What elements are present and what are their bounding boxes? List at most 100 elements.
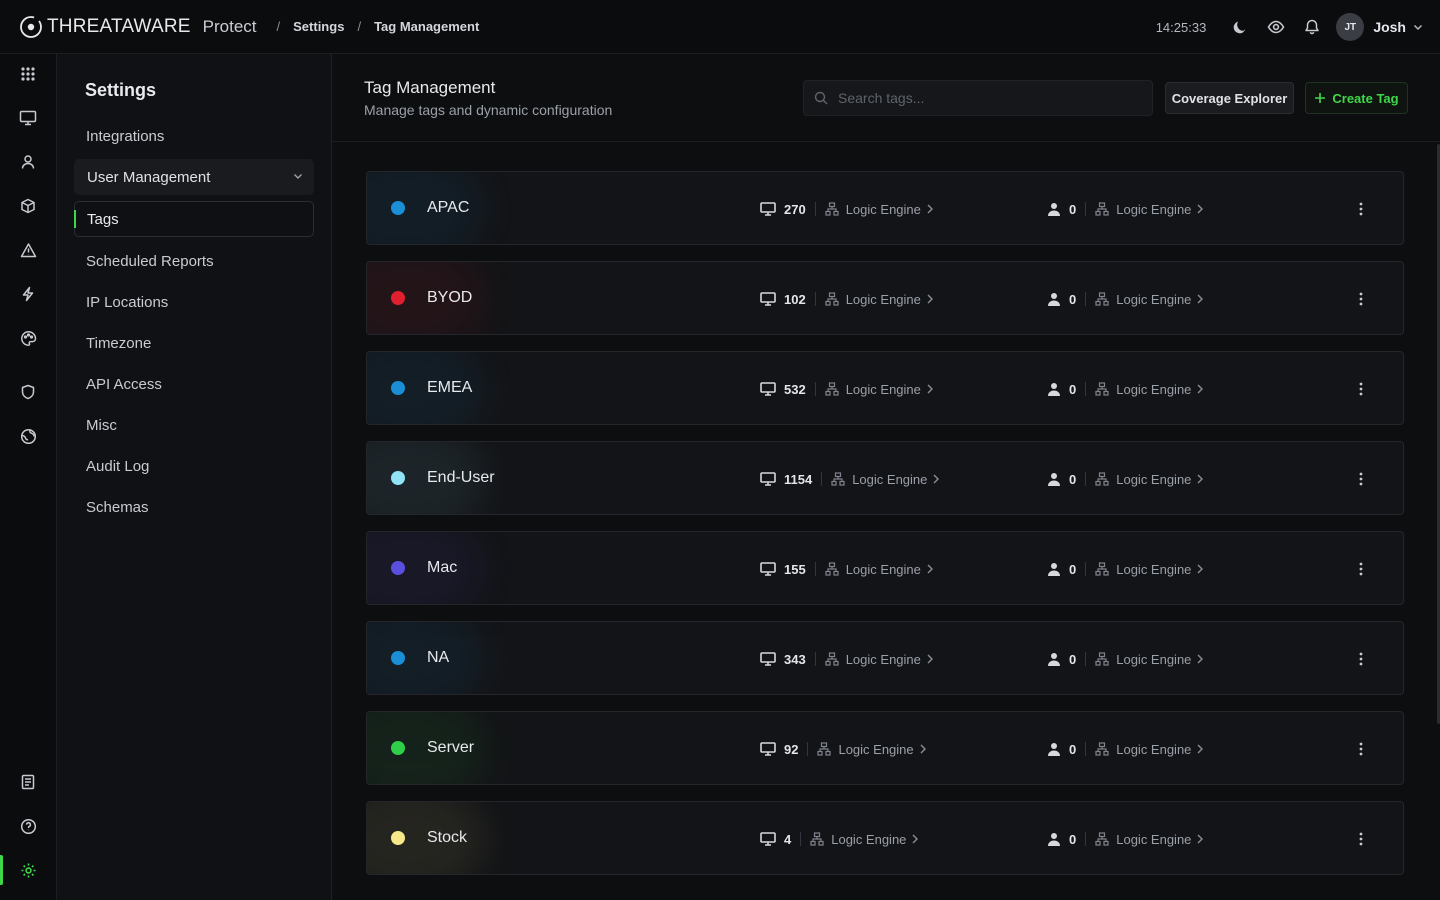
monitor-icon[interactable] xyxy=(0,100,56,136)
chevron-right-icon xyxy=(927,204,933,214)
user-logic-engine-link[interactable]: Logic Engine xyxy=(1095,472,1205,487)
tag-row[interactable]: Mac 155 Logic Engine 0 Logic Engine xyxy=(366,531,1404,605)
tag-row[interactable]: Stock 4 Logic Engine 0 Logic Engine xyxy=(366,801,1404,875)
hierarchy-icon xyxy=(1095,202,1109,216)
user-logic-engine-link[interactable]: Logic Engine xyxy=(1095,382,1205,397)
device-logic-engine-link[interactable]: Logic Engine xyxy=(831,472,941,487)
user-logic-engine-link[interactable]: Logic Engine xyxy=(1095,292,1205,307)
device-stats: 270 Logic Engine xyxy=(760,172,935,244)
tag-row[interactable]: Server 92 Logic Engine 0 Logic Engine xyxy=(366,711,1404,785)
more-options-icon[interactable] xyxy=(1353,471,1369,487)
globe-icon[interactable] xyxy=(0,418,56,454)
chevron-right-icon xyxy=(933,474,940,484)
user-stats: 0 Logic Engine xyxy=(1047,622,1205,694)
grid-icon[interactable] xyxy=(0,56,56,92)
user-logic-engine-link[interactable]: Logic Engine xyxy=(1095,832,1205,847)
search-input[interactable] xyxy=(838,90,1128,106)
nav-item-audit-log[interactable]: Audit Log xyxy=(74,448,314,484)
device-logic-engine-link[interactable]: Logic Engine xyxy=(825,382,935,397)
palette-icon[interactable] xyxy=(0,320,56,356)
more-options-icon[interactable] xyxy=(1353,651,1369,667)
device-logic-engine-link[interactable]: Logic Engine xyxy=(825,562,935,577)
more-options-icon[interactable] xyxy=(1353,291,1369,307)
logic-engine-label: Logic Engine xyxy=(838,741,914,757)
logic-engine-label: Logic Engine xyxy=(1116,741,1192,757)
divider xyxy=(1085,382,1087,396)
divider xyxy=(1085,652,1087,666)
nav-item-ip-locations[interactable]: IP Locations xyxy=(74,284,314,320)
moon-icon[interactable] xyxy=(1222,9,1258,45)
nav-item-timezone[interactable]: Timezone xyxy=(74,325,314,361)
coverage-explorer-button[interactable]: Coverage Explorer xyxy=(1165,82,1294,114)
chevron-right-icon xyxy=(1197,834,1204,844)
tag-row[interactable]: EMEA 532 Logic Engine 0 Logic Engine xyxy=(366,351,1404,425)
alert-icon[interactable] xyxy=(0,232,56,268)
device-logic-engine-link[interactable]: Logic Engine xyxy=(810,832,920,847)
user-count: 0 xyxy=(1069,651,1077,667)
tag-row[interactable]: NA 343 Logic Engine 0 Logic Engine xyxy=(366,621,1404,695)
user-icon xyxy=(1048,652,1060,666)
search-box[interactable] xyxy=(803,80,1153,116)
breadcrumb-settings[interactable]: Settings xyxy=(293,19,344,34)
nav-item-misc[interactable]: Misc xyxy=(74,407,314,443)
hierarchy-icon xyxy=(831,472,845,486)
tag-name: Stock xyxy=(427,829,468,846)
user-stats: 0 Logic Engine xyxy=(1047,802,1205,874)
settings-icon[interactable] xyxy=(0,852,56,888)
user-menu[interactable]: JT Josh xyxy=(1336,13,1424,41)
tag-color-dot xyxy=(391,831,405,845)
divider xyxy=(814,562,816,576)
more-options-icon[interactable] xyxy=(1353,201,1369,217)
box-icon[interactable] xyxy=(0,188,56,224)
device-logic-engine-link[interactable]: Logic Engine xyxy=(825,292,935,307)
eye-icon[interactable] xyxy=(1258,9,1294,45)
search-icon xyxy=(814,91,828,105)
user-count: 0 xyxy=(1069,471,1077,487)
user-icon xyxy=(1048,832,1060,846)
nav-item-api-access[interactable]: API Access xyxy=(74,366,314,402)
device-count: 102 xyxy=(784,291,806,307)
user-logic-engine-link[interactable]: Logic Engine xyxy=(1095,202,1205,217)
user-logic-engine-link[interactable]: Logic Engine xyxy=(1095,742,1205,757)
tag-row[interactable]: BYOD 102 Logic Engine 0 Logic Engine xyxy=(366,261,1404,335)
more-options-icon[interactable] xyxy=(1353,831,1369,847)
help-icon[interactable] xyxy=(0,808,56,844)
tag-row[interactable]: APAC 270 Logic Engine 0 Logic Engine xyxy=(366,171,1404,245)
logic-engine-label: Logic Engine xyxy=(845,201,921,217)
nav-item-tags[interactable]: Tags xyxy=(74,201,314,237)
user-count: 0 xyxy=(1069,561,1077,577)
hierarchy-icon xyxy=(1095,652,1109,666)
user-icon xyxy=(1048,292,1060,306)
more-options-icon[interactable] xyxy=(1353,561,1369,577)
logo[interactable]: THREATAWARE xyxy=(19,15,191,39)
user-count: 0 xyxy=(1069,291,1077,307)
device-count: 532 xyxy=(784,381,806,397)
more-options-icon[interactable] xyxy=(1353,381,1369,397)
nav-item-scheduled-reports[interactable]: Scheduled Reports xyxy=(74,243,314,279)
user-stats: 0 Logic Engine xyxy=(1047,172,1205,244)
tag-name: End-User xyxy=(427,469,495,486)
user-logic-engine-link[interactable]: Logic Engine xyxy=(1095,652,1205,667)
bolt-icon[interactable] xyxy=(0,276,56,312)
hierarchy-icon xyxy=(817,742,832,756)
breadcrumb-tag-management[interactable]: Tag Management xyxy=(374,19,479,34)
device-logic-engine-link[interactable]: Logic Engine xyxy=(817,742,927,757)
divider xyxy=(821,472,823,486)
nav-item-user-management[interactable]: User Management xyxy=(74,159,314,195)
tag-name: EMEA xyxy=(427,379,473,396)
more-options-icon[interactable] xyxy=(1353,741,1369,757)
chevron-right-icon xyxy=(1197,654,1204,664)
nav-item-schemas[interactable]: Schemas xyxy=(74,489,314,525)
device-logic-engine-link[interactable]: Logic Engine xyxy=(825,652,935,667)
user-logic-engine-link[interactable]: Logic Engine xyxy=(1095,562,1205,577)
user-icon[interactable] xyxy=(0,144,56,180)
chevron-right-icon xyxy=(1197,294,1204,304)
bell-icon[interactable] xyxy=(1294,9,1330,45)
docs-icon[interactable] xyxy=(0,764,56,800)
tag-row[interactable]: End-User 1154 Logic Engine 0 Logic Engin… xyxy=(366,441,1404,515)
create-tag-button[interactable]: Create Tag xyxy=(1305,82,1408,114)
nav-item-integrations[interactable]: Integrations xyxy=(74,118,314,154)
device-logic-engine-link[interactable]: Logic Engine xyxy=(825,202,935,217)
user-icon xyxy=(1048,742,1060,756)
shield-icon[interactable] xyxy=(0,374,56,410)
